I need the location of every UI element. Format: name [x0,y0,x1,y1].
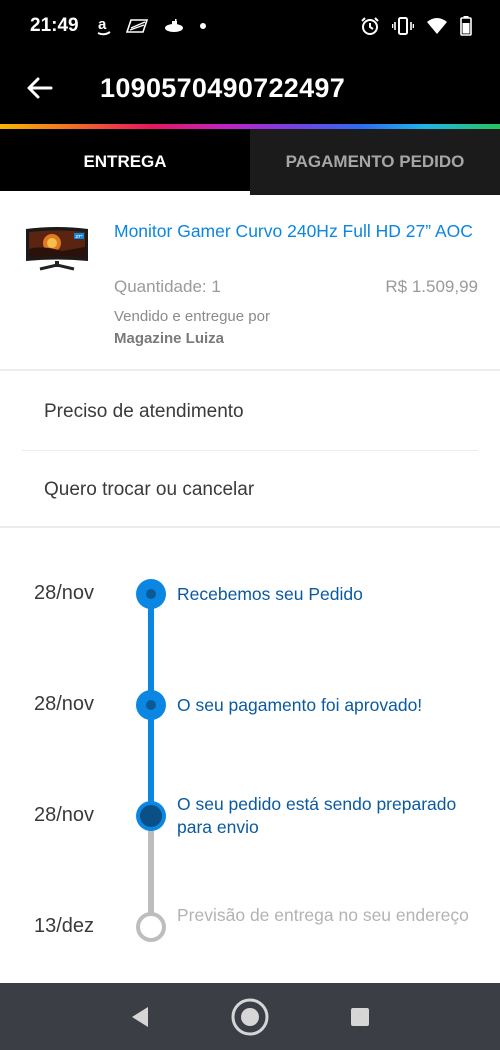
recents-square-icon [351,1007,369,1026]
timeline-pending-line [148,816,154,926]
product-quantity: Quantidade: 1 [114,277,221,296]
timeline-step-text: Previsão de entrega no seu endereço [177,905,469,925]
system-nav-bar [0,983,500,1050]
back-triangle-icon [132,1006,148,1027]
nav-back-button[interactable] [120,997,160,1037]
tab-pagamento-pedido[interactable]: PAGAMENTO PEDIDO [250,129,500,195]
timeline-step-current-icon [136,801,166,831]
back-button[interactable] [24,72,56,104]
flag-icon [125,18,149,34]
submarine-icon [163,19,185,33]
nav-home-button[interactable] [230,997,270,1037]
timeline-date: 28/nov [34,582,95,604]
timeline-step-text: O seu pagamento foi aprovado! [177,695,423,715]
nav-recents-button[interactable] [340,997,380,1037]
timeline-step-pending-icon [136,912,166,942]
thumb-size-badge: 27" [76,234,83,239]
timeline-date: 28/nov [34,804,95,826]
exchange-cancel-button[interactable]: Quero trocar ou cancelar [22,451,478,529]
dot-icon [199,22,207,30]
arrow-left-icon [27,77,53,99]
seller-name: Magazine Luiza [114,330,225,347]
support-button[interactable]: Preciso de atendimento [22,373,478,451]
wifi-icon [426,17,448,35]
product-price: R$ 1.509,99 [385,277,478,296]
timeline-step-done-icon [136,579,166,609]
battery-icon [460,16,472,36]
amazon-icon: a [97,16,111,36]
tab-entrega[interactable]: ENTREGA [0,129,250,195]
order-timeline: 28/nov Recebemos seu Pedido 28/nov O seu… [0,528,500,983]
product-name-link[interactable]: Monitor Gamer Curvo 240Hz Full HD 27” AO… [114,220,484,243]
vibrate-icon [392,16,414,36]
timeline-step-text: O seu pedido está sendo preparado para e… [177,794,457,837]
timeline-date: 13/dez [34,915,95,937]
status-left-icons: a [97,16,207,36]
alarm-icon [360,16,380,36]
product-card: 27" Monitor Gamer Curvo 240Hz Full HD 27… [0,195,500,371]
app-bar: 1090570490722497 [0,52,500,124]
status-bar: 21:49 a [0,0,500,52]
product-thumbnail: 27" [26,227,88,271]
order-number-title: 1090570490722497 [100,72,346,103]
home-circle-icon [231,998,269,1035]
timeline-date: 28/nov [34,693,95,715]
status-time: 21:49 [30,15,79,36]
timeline-step-done-icon [136,690,166,720]
status-right-icons [360,16,472,36]
timeline-step-text: Recebemos seu Pedido [177,584,363,604]
tab-bar: ENTREGA PAGAMENTO PEDIDO [0,129,500,195]
seller-label: Vendido e entregue por [114,308,270,325]
svg-text:a: a [98,16,107,33]
